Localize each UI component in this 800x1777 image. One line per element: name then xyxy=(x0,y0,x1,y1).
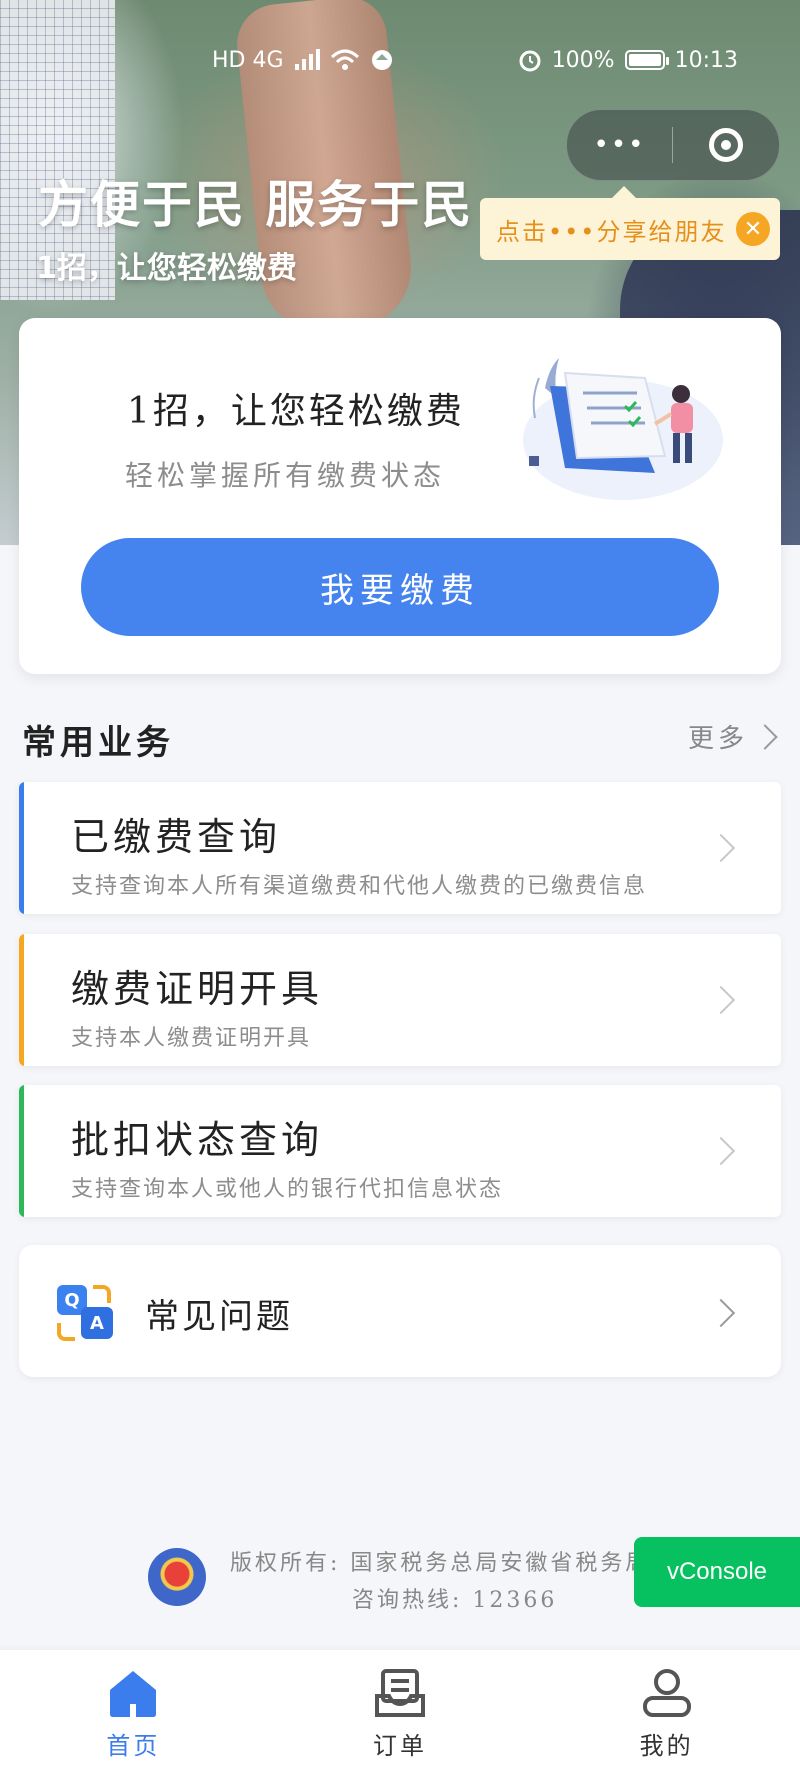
service-title: 缴费证明开具 xyxy=(71,967,324,1011)
service-title: 批扣状态查询 xyxy=(71,1118,324,1162)
service-accent-bar xyxy=(19,782,24,914)
tab-mine[interactable]: 我的 xyxy=(533,1650,800,1777)
close-icon[interactable]: ✕ xyxy=(736,212,770,246)
chevron-right-icon xyxy=(706,833,736,863)
service-title: 已缴费查询 xyxy=(71,815,282,859)
service-desc: 支持查询本人所有渠道缴费和代他人缴费的已缴费信息 xyxy=(71,874,648,899)
pay-card: 1招，让您轻松缴费 轻松掌握所有缴费状态 我要缴费 xyxy=(19,318,781,674)
more-link-label: 更多 xyxy=(687,724,748,754)
faq-item[interactable]: QA 常见问题 xyxy=(19,1245,781,1377)
service-accent-bar xyxy=(19,1085,24,1217)
pay-button[interactable]: 我要缴费 xyxy=(81,538,719,636)
service-item-certificate[interactable]: 缴费证明开具 支持本人缴费证明开具 xyxy=(19,934,781,1066)
tab-home[interactable]: 首页 xyxy=(0,1650,267,1777)
tab-label: 订单 xyxy=(373,1732,427,1760)
footer-copyright: 版权所有: 国家税务总局安徽省税务局 xyxy=(230,1551,651,1576)
service-item-paid-query[interactable]: 已缴费查询 支持查询本人所有渠道缴费和代他人缴费的已缴费信息 xyxy=(19,782,781,914)
tax-bureau-emblem xyxy=(148,1548,206,1606)
service-desc: 支持查询本人或他人的银行代扣信息状态 xyxy=(71,1177,504,1202)
network-indicator: HD 4G xyxy=(212,47,284,73)
home-icon xyxy=(110,1671,157,1717)
common-services-heading: 常用业务 xyxy=(22,723,174,763)
service-accent-bar xyxy=(19,934,24,1066)
clock: 10:13 xyxy=(674,47,738,73)
chevron-right-icon xyxy=(706,1298,736,1328)
tab-label: 我的 xyxy=(639,1732,694,1760)
tab-bar: 首页 订单 我的 xyxy=(0,1650,800,1777)
battery-percent: 100% xyxy=(551,47,615,73)
qa-icon: QA xyxy=(57,1285,115,1343)
chevron-right-icon xyxy=(706,1136,736,1166)
pay-card-subtitle: 轻松掌握所有缴费状态 xyxy=(125,459,446,492)
chevron-right-icon xyxy=(706,985,736,1015)
wifi-icon xyxy=(330,49,359,70)
banner-title: 方便于民 服务于民 xyxy=(38,176,474,234)
target-circle-icon xyxy=(709,128,743,162)
vconsole-button[interactable]: vConsole xyxy=(634,1537,800,1607)
document-illustration xyxy=(523,358,723,500)
share-tip: 点击•••分享给朋友 ✕ xyxy=(480,186,780,260)
more-link[interactable]: 更多 xyxy=(687,718,778,755)
order-icon xyxy=(375,1669,425,1717)
service-desc: 支持本人缴费证明开具 xyxy=(71,1026,312,1051)
share-tip-text: 点击•••分享给朋友 xyxy=(496,217,727,246)
signal-icon xyxy=(294,49,320,70)
chevron-right-icon xyxy=(752,723,778,750)
service-item-debit-status[interactable]: 批扣状态查询 支持查询本人或他人的银行代扣信息状态 xyxy=(19,1085,781,1217)
status-bar-right: 100% 10:13 xyxy=(518,40,738,80)
sync-icon xyxy=(371,50,392,70)
battery-icon xyxy=(624,50,669,70)
capsule-close[interactable] xyxy=(673,128,779,162)
mini-program-capsule: ••• xyxy=(566,109,780,181)
alarm-icon xyxy=(519,50,541,72)
more-dots-icon[interactable]: ••• xyxy=(567,130,672,160)
footer-hotline: 咨询热线: 12366 xyxy=(352,1588,558,1613)
pay-card-title: 1招，让您轻松缴费 xyxy=(127,391,465,432)
faq-label: 常见问题 xyxy=(145,1297,293,1337)
status-bar-left: HD 4G xyxy=(212,40,394,80)
banner-subtitle: 1招，让您轻松缴费 xyxy=(36,251,297,286)
tab-label: 首页 xyxy=(106,1732,161,1760)
tab-orders[interactable]: 订单 xyxy=(267,1650,534,1777)
user-icon xyxy=(642,1669,691,1717)
